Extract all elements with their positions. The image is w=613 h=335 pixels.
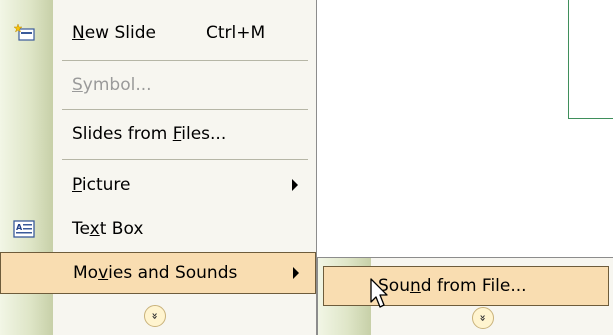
svg-text:A: A bbox=[16, 223, 23, 232]
expand-menu-chevron-icon[interactable]: » bbox=[144, 305, 166, 327]
movies-and-sounds-submenu: Sound from File... » bbox=[317, 257, 613, 335]
menu-separator bbox=[62, 159, 308, 160]
menu-item-sound-from-file[interactable]: Sound from File... bbox=[323, 266, 609, 306]
menu-separator bbox=[62, 60, 308, 61]
menu-item-picture[interactable]: Picture bbox=[0, 163, 316, 207]
mouse-pointer-icon bbox=[370, 278, 388, 308]
text-box-label: Text Box bbox=[72, 219, 144, 239]
insert-menu: New Slide Ctrl+M Symbol... Slides from F… bbox=[0, 0, 317, 335]
menu-item-new-slide[interactable]: New Slide Ctrl+M bbox=[0, 11, 316, 55]
new-slide-label: New Slide bbox=[72, 23, 156, 43]
symbol-label: Symbol... bbox=[72, 75, 152, 95]
submenu-arrow-icon bbox=[293, 267, 299, 279]
menu-item-slides-from-files[interactable]: Slides from Files... bbox=[0, 112, 316, 156]
new-slide-icon bbox=[13, 23, 36, 42]
menu-item-symbol: Symbol... bbox=[0, 63, 316, 107]
slides-from-files-label: Slides from Files... bbox=[72, 124, 227, 144]
picture-label: Picture bbox=[72, 175, 131, 195]
new-slide-shortcut: Ctrl+M bbox=[206, 23, 266, 43]
sound-from-file-label: Sound from File... bbox=[378, 276, 527, 296]
slide-placeholder-frame bbox=[568, 0, 613, 119]
text-box-icon: A bbox=[13, 220, 35, 238]
expand-submenu-chevron-icon[interactable]: » bbox=[472, 307, 494, 329]
menu-item-movies-and-sounds[interactable]: Movies and Sounds bbox=[0, 252, 316, 294]
menu-separator bbox=[62, 109, 308, 110]
menu-item-text-box[interactable]: A Text Box bbox=[0, 207, 316, 251]
movies-and-sounds-label: Movies and Sounds bbox=[73, 263, 238, 283]
submenu-arrow-icon bbox=[292, 179, 298, 191]
